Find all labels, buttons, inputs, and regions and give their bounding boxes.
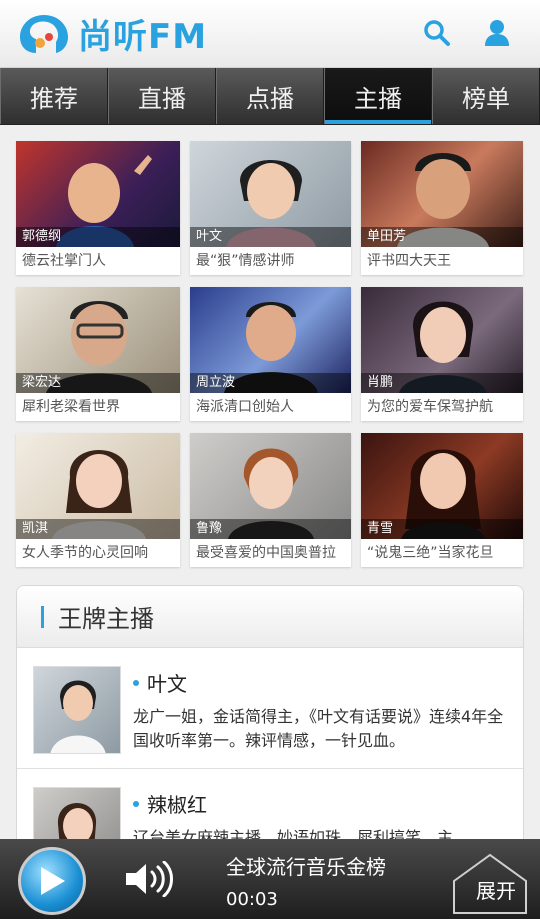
host-card[interactable]: 青雪 “说鬼三绝”当家花旦 bbox=[361, 433, 523, 567]
host-desc: 最受喜爱的中国奥普拉 bbox=[196, 545, 336, 561]
tab-charts[interactable]: 榜单 bbox=[432, 68, 540, 124]
host-name: 郭德纲 bbox=[16, 227, 180, 247]
host-name: 叶文 bbox=[190, 227, 351, 247]
host-photo: 青雪 bbox=[361, 433, 523, 539]
host-photo: 郭德纲 bbox=[16, 141, 180, 247]
ace-host-name: 叶文 bbox=[147, 672, 187, 696]
section-marker bbox=[41, 605, 44, 628]
user-icon[interactable] bbox=[482, 18, 512, 48]
tab-recommend[interactable]: 推荐 bbox=[0, 68, 108, 124]
tab-on-demand[interactable]: 点播 bbox=[216, 68, 324, 124]
app-logo: 尚听FM bbox=[16, 9, 207, 58]
host-desc: 海派清口创始人 bbox=[196, 399, 294, 415]
host-card[interactable]: 凯淇 女人季节的心灵回响 bbox=[16, 433, 180, 567]
now-playing-title: 全球流行音乐金榜 bbox=[226, 855, 386, 879]
host-desc: 最“狠”情感讲师 bbox=[196, 253, 295, 269]
search-icon[interactable] bbox=[422, 18, 452, 48]
main-tabs: 推荐 直播 点播 主播 榜单 bbox=[0, 68, 540, 125]
ace-section-header: 王牌主播 bbox=[17, 586, 523, 648]
host-name: 青雪 bbox=[361, 519, 523, 539]
host-card[interactable]: 单田芳 评书四大天王 bbox=[361, 141, 523, 275]
app-header: 尚听FM bbox=[0, 0, 540, 68]
host-name: 单田芳 bbox=[361, 227, 523, 247]
portrait-image bbox=[50, 680, 106, 753]
player-bar: 全球流行音乐金榜 00:03 展开 bbox=[0, 839, 540, 919]
host-photo: 梁宏达 bbox=[16, 287, 180, 393]
host-photo: 肖鹏 bbox=[361, 287, 523, 393]
host-name: 凯淇 bbox=[16, 519, 180, 539]
host-desc: “说鬼三绝”当家花旦 bbox=[367, 545, 494, 561]
tab-hosts[interactable]: 主播 bbox=[324, 68, 432, 124]
host-desc: 为您的爱车保驾护航 bbox=[367, 399, 493, 415]
volume-icon[interactable] bbox=[124, 861, 174, 897]
host-photo: 凯淇 bbox=[16, 433, 180, 539]
host-card[interactable]: 鲁豫 最受喜爱的中国奥普拉 bbox=[190, 433, 351, 567]
host-desc: 评书四大天王 bbox=[367, 253, 451, 269]
host-card[interactable]: 肖鹏 为您的爱车保驾护航 bbox=[361, 287, 523, 421]
host-card[interactable]: 周立波 海派清口创始人 bbox=[190, 287, 351, 421]
bullet-dot bbox=[133, 679, 139, 686]
logo-text: 尚听FM bbox=[78, 17, 208, 57]
logo-mark-icon bbox=[20, 14, 68, 53]
tab-live[interactable]: 直播 bbox=[108, 68, 216, 124]
ace-section-title: 王牌主播 bbox=[58, 605, 154, 633]
host-card[interactable]: 郭德纲 德云社掌门人 bbox=[16, 141, 180, 275]
ace-host-name: 辣椒红 bbox=[147, 793, 207, 817]
host-desc: 犀利老梁看世界 bbox=[22, 399, 120, 415]
host-photo: 鲁豫 bbox=[190, 433, 351, 539]
host-desc: 女人季节的心灵回响 bbox=[22, 545, 148, 561]
host-card[interactable]: 梁宏达 犀利老梁看世界 bbox=[16, 287, 180, 421]
host-photo: 叶文 bbox=[190, 141, 351, 247]
ace-thumbnail bbox=[33, 666, 121, 754]
host-name: 周立波 bbox=[190, 373, 351, 393]
host-photo: 单田芳 bbox=[361, 141, 523, 247]
host-grid: 郭德纲 德云社掌门人 叶文 最“狠”情感讲师 单田芳 评书四大天王 梁宏达 犀利… bbox=[0, 125, 540, 567]
ace-host-bio: 龙广一姐，金话简得主，《叶文有话要说》连续4年全国收听率第一。辣评情感，一针见血… bbox=[133, 707, 504, 750]
host-name: 梁宏达 bbox=[16, 373, 180, 393]
host-photo: 周立波 bbox=[190, 287, 351, 393]
play-button[interactable] bbox=[18, 847, 86, 915]
host-desc: 德云社掌门人 bbox=[22, 253, 106, 269]
list-item[interactable]: 叶文 龙广一姐，金话简得主，《叶文有话要说》连续4年全国收听率第一。辣评情感，一… bbox=[17, 648, 523, 769]
host-name: 肖鹏 bbox=[361, 373, 523, 393]
host-name: 鲁豫 bbox=[190, 519, 351, 539]
playback-time: 00:03 bbox=[226, 889, 278, 910]
host-card[interactable]: 叶文 最“狠”情感讲师 bbox=[190, 141, 351, 275]
expand-button[interactable]: 展开 bbox=[476, 875, 516, 904]
play-icon bbox=[41, 867, 65, 895]
bullet-dot bbox=[133, 800, 139, 807]
